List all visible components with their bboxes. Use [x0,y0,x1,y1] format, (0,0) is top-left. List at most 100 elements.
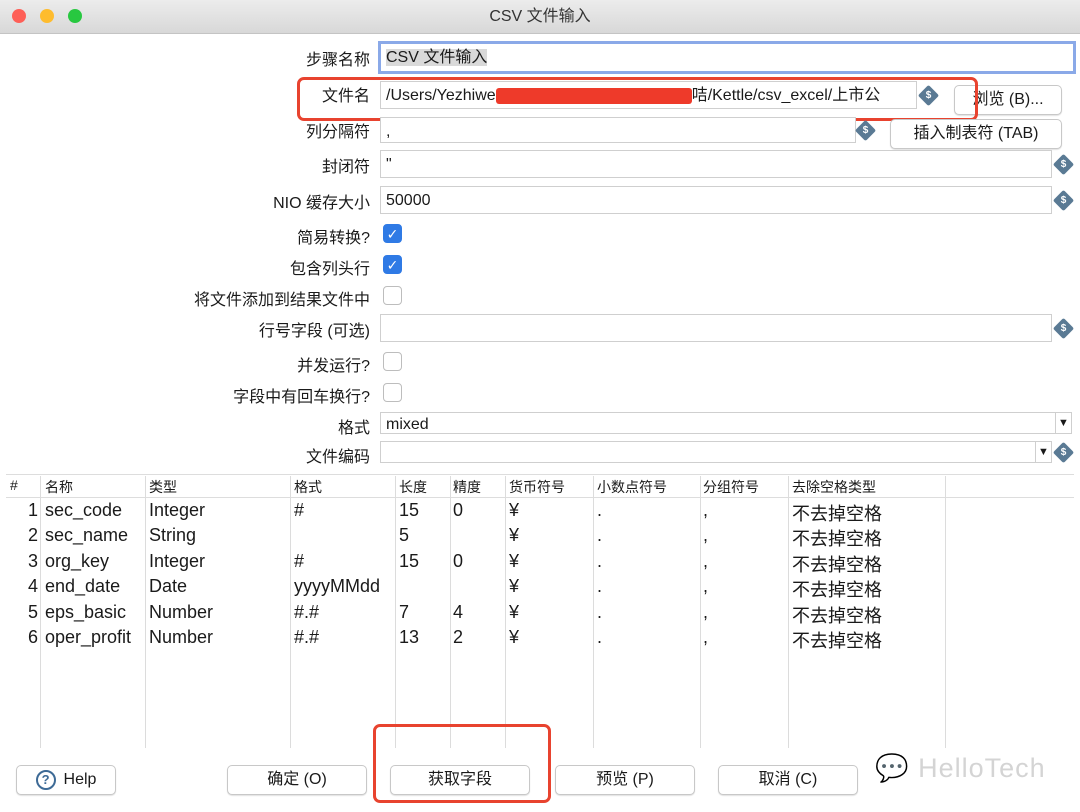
cell-trim-type[interactable]: 不去掉空格 [792,602,882,628]
cell-precision[interactable]: 0 [453,551,463,572]
step-name-input[interactable]: CSV 文件输入 [378,41,1076,74]
cell-decimal[interactable]: . [597,500,602,521]
title-bar: CSV 文件输入 [0,0,1080,34]
cell-currency[interactable]: ¥ [509,602,519,623]
cell-name[interactable]: sec_code [45,500,122,521]
cell-name[interactable]: end_date [45,576,120,597]
lazy-conversion-checkbox[interactable]: ✓ [383,224,402,243]
cell-group[interactable]: , [703,500,708,521]
table-header-border [6,497,1074,498]
preview-button[interactable]: 预览 (P) [555,765,695,795]
cell-row-num[interactable]: 5 [28,602,38,623]
cell-row-num[interactable]: 6 [28,627,38,648]
cell-currency[interactable]: ¥ [509,627,519,648]
cell-row-num[interactable]: 2 [28,525,38,546]
column-divider [145,476,146,748]
cell-group[interactable]: , [703,627,708,648]
cell-name[interactable]: eps_basic [45,602,126,623]
column-divider [290,476,291,748]
cell-group[interactable]: , [703,576,708,597]
wechat-icon: 💬 [875,753,910,783]
cell-row-num[interactable]: 4 [28,576,38,597]
cell-length[interactable]: 13 [399,627,419,648]
cell-length[interactable]: 15 [399,500,419,521]
variable-icon[interactable]: $ [1052,441,1075,464]
format-select[interactable]: mixed ▼ [380,412,1072,434]
column-header-row-num[interactable]: # [10,477,18,493]
column-header-name[interactable]: 名称 [45,477,73,497]
column-header-trim-type[interactable]: 去除空格类型 [792,477,876,497]
cell-row-num[interactable]: 3 [28,551,38,572]
column-header-precision[interactable]: 精度 [453,477,481,497]
cancel-button[interactable]: 取消 (C) [718,765,858,795]
insert-tab-button[interactable]: 插入制表符 (TAB) [890,119,1062,149]
column-header-decimal[interactable]: 小数点符号 [597,477,667,497]
minimize-window-button[interactable] [40,9,54,23]
cell-decimal[interactable]: . [597,525,602,546]
parallel-checkbox[interactable] [383,352,402,371]
newline-in-fields-label: 字段中有回车换行? [233,389,370,406]
newline-in-fields-checkbox[interactable] [383,383,402,402]
zoom-window-button[interactable] [68,9,82,23]
cell-group[interactable]: , [703,525,708,546]
column-header-type[interactable]: 类型 [149,477,177,497]
cell-row-num[interactable]: 1 [28,500,38,521]
column-header-format[interactable]: 格式 [294,477,322,497]
cell-trim-type[interactable]: 不去掉空格 [792,525,882,551]
cell-decimal[interactable]: . [597,602,602,623]
cell-format[interactable]: # [294,551,304,572]
column-header-group[interactable]: 分组符号 [703,477,759,497]
parallel-label: 并发运行? [297,358,370,375]
cell-name[interactable]: oper_profit [45,627,131,648]
cell-group[interactable]: , [703,551,708,572]
variable-icon[interactable]: $ [854,119,877,142]
cell-name[interactable]: sec_name [45,525,128,546]
help-button[interactable]: ? Help [16,765,116,795]
cell-type[interactable]: Date [149,576,187,597]
cell-currency[interactable]: ¥ [509,500,519,521]
cell-type[interactable]: Integer [149,500,205,521]
column-header-length[interactable]: 长度 [399,477,427,497]
cell-length[interactable]: 5 [399,525,409,546]
cell-decimal[interactable]: . [597,576,602,597]
cell-format[interactable]: #.# [294,627,319,648]
cell-type[interactable]: Number [149,627,213,648]
row-number-field-label: 行号字段 (可选) [258,323,370,340]
add-to-result-checkbox[interactable] [383,286,402,305]
delimiter-input[interactable]: , [380,117,856,143]
ok-button[interactable]: 确定 (O) [227,765,367,795]
variable-icon[interactable]: $ [1052,153,1075,176]
enclosure-input[interactable]: " [380,150,1052,178]
cell-group[interactable]: , [703,602,708,623]
variable-icon[interactable]: $ [1052,317,1075,340]
cell-type[interactable]: String [149,525,196,546]
cell-precision[interactable]: 4 [453,602,463,623]
cell-currency[interactable]: ¥ [509,525,519,546]
cell-format[interactable]: # [294,500,304,521]
cell-length[interactable]: 7 [399,602,409,623]
cell-trim-type[interactable]: 不去掉空格 [792,576,882,602]
nio-buffer-input[interactable]: 50000 [380,186,1052,214]
cell-trim-type[interactable]: 不去掉空格 [792,500,882,526]
cell-format[interactable]: #.# [294,602,319,623]
cell-type[interactable]: Number [149,602,213,623]
cell-format[interactable]: yyyyMMdd [294,576,380,597]
close-window-button[interactable] [12,9,26,23]
cell-name[interactable]: org_key [45,551,109,572]
cell-type[interactable]: Integer [149,551,205,572]
cell-precision[interactable]: 2 [453,627,463,648]
column-header-currency[interactable]: 货币符号 [509,477,565,497]
cell-trim-type[interactable]: 不去掉空格 [792,627,882,653]
cell-decimal[interactable]: . [597,551,602,572]
lazy-conversion-label: 简易转换? [297,230,370,247]
cell-decimal[interactable]: . [597,627,602,648]
cell-currency[interactable]: ¥ [509,551,519,572]
encoding-select[interactable]: ▼ [380,441,1052,463]
cell-trim-type[interactable]: 不去掉空格 [792,551,882,577]
row-number-field-input[interactable] [380,314,1052,342]
header-row-checkbox[interactable]: ✓ [383,255,402,274]
variable-icon[interactable]: $ [1052,189,1075,212]
cell-length[interactable]: 15 [399,551,419,572]
cell-precision[interactable]: 0 [453,500,463,521]
cell-currency[interactable]: ¥ [509,576,519,597]
